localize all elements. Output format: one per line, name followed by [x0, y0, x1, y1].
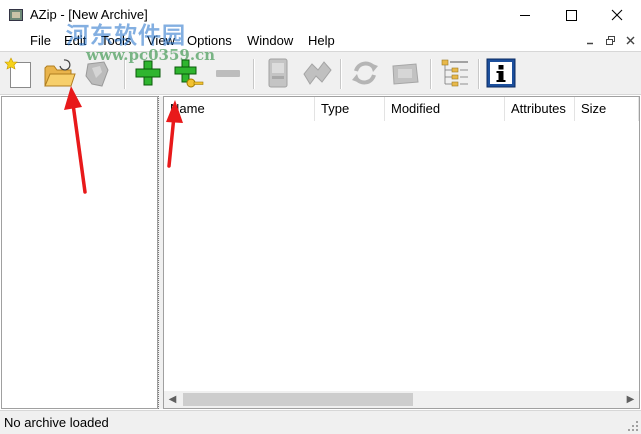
toolbar	[0, 51, 641, 95]
column-header-size[interactable]: Size	[575, 97, 639, 121]
chevron-left-icon: ◀	[168, 394, 177, 405]
find-in-archive-button[interactable]	[300, 56, 334, 90]
mdi-minimize-button[interactable]	[583, 34, 599, 48]
horizontal-scrollbar[interactable]: ◀ ▶	[164, 391, 639, 408]
extract-icon	[85, 61, 109, 87]
new-document-icon	[4, 57, 31, 88]
close-button[interactable]	[594, 0, 640, 30]
new-archive-button[interactable]	[2, 56, 36, 90]
menu-options[interactable]: Options	[187, 33, 232, 48]
mdi-restore-button[interactable]	[603, 34, 619, 48]
toolbar-separator	[478, 59, 480, 89]
open-archive-button[interactable]	[42, 56, 76, 90]
column-header-modified[interactable]: Modified	[385, 97, 505, 121]
status-bar: No archive loaded	[0, 410, 641, 434]
column-header-label: Modified	[391, 101, 441, 116]
toolbar-separator	[124, 59, 126, 89]
menu-edit[interactable]: Edit	[64, 33, 86, 48]
scroll-left-button[interactable]: ◀	[164, 391, 181, 408]
plus-key-icon	[174, 59, 204, 88]
maximize-icon	[566, 10, 577, 21]
close-icon	[611, 9, 623, 21]
column-header-attributes[interactable]: Attributes	[505, 97, 575, 121]
chevron-right-icon: ▶	[626, 394, 635, 405]
update-archive-button[interactable]	[348, 56, 382, 90]
column-header-label: Name	[170, 101, 205, 116]
status-text: No archive loaded	[4, 415, 109, 430]
recompress-button[interactable]	[388, 56, 422, 90]
open-folder-icon	[44, 59, 76, 87]
properties-button[interactable]	[484, 56, 518, 90]
recompress-icon	[392, 63, 419, 85]
delete-entries-button[interactable]	[211, 56, 245, 90]
file-list-panel[interactable]: Name Type Modified Attributes Size ◀ ▶	[163, 96, 640, 409]
folder-tree-panel[interactable]	[1, 96, 158, 409]
column-header-label: Attributes	[511, 101, 566, 116]
menu-tools[interactable]: Tools	[101, 33, 131, 48]
mdi-close-button[interactable]	[623, 34, 639, 48]
test-icon	[268, 58, 288, 88]
toolbar-separator	[340, 59, 342, 89]
column-header-name[interactable]: Name	[164, 97, 315, 121]
extract-button[interactable]	[80, 56, 114, 90]
add-files-button[interactable]	[131, 56, 165, 90]
toggle-tree-view-button[interactable]	[438, 56, 472, 90]
scrollbar-thumb[interactable]	[183, 393, 413, 406]
scroll-right-button[interactable]: ▶	[622, 391, 639, 408]
info-icon	[486, 58, 516, 88]
plus-icon	[135, 60, 161, 86]
toolbar-separator	[430, 59, 432, 89]
refresh-icon	[352, 61, 378, 85]
menu-view[interactable]: View	[147, 33, 175, 48]
find-icon	[303, 61, 332, 85]
menu-help[interactable]: Help	[308, 33, 335, 48]
minimize-icon	[520, 15, 530, 16]
resize-grip-icon[interactable]	[627, 420, 639, 432]
column-header-label: Type	[321, 101, 350, 116]
tree-view-icon	[441, 59, 468, 87]
test-archive-button[interactable]	[261, 56, 295, 90]
menu-bar: File Edit Tools View Options Window Help	[0, 30, 641, 51]
add-files-encrypted-button[interactable]	[171, 56, 205, 90]
menu-file[interactable]: File	[30, 33, 51, 48]
restore-icon	[606, 36, 615, 45]
app-icon	[9, 9, 23, 21]
minimize-button[interactable]	[502, 0, 548, 30]
minus-icon	[216, 70, 240, 77]
close-icon	[626, 36, 635, 45]
column-header-label: Size	[581, 101, 607, 116]
column-header-type[interactable]: Type	[315, 97, 385, 121]
maximize-button[interactable]	[548, 0, 594, 30]
title-bar: AZip - [New Archive]	[0, 0, 641, 30]
toolbar-separator	[253, 59, 255, 89]
menu-window[interactable]: Window	[247, 33, 293, 48]
minimize-icon	[587, 42, 593, 45]
window-title: AZip - [New Archive]	[30, 7, 148, 22]
